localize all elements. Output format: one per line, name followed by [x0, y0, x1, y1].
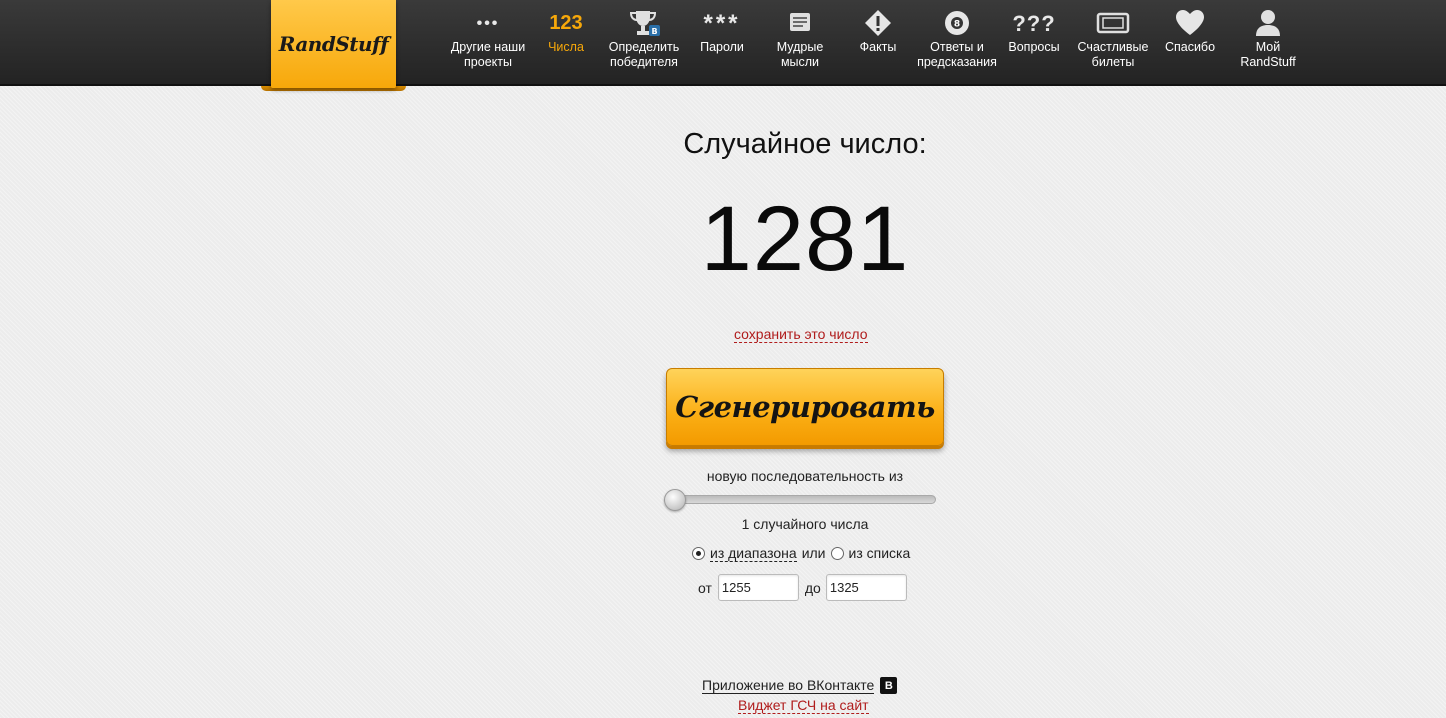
save-number-link[interactable]: сохранить это число: [734, 326, 868, 343]
page-title: Случайное число:: [683, 128, 927, 160]
sequence-label: новую последовательность из: [706, 468, 904, 484]
logo[interactable]: RandStuff: [271, 0, 396, 88]
nav-item-label: Вопросы: [1008, 40, 1060, 54]
nav-item-facts[interactable]: Факты: [853, 6, 903, 78]
from-input[interactable]: [717, 574, 799, 601]
or-label: или: [801, 545, 826, 561]
nav-item-label: Другие наши проекты: [450, 40, 526, 69]
nav-item-label: Мудрые мысли: [776, 40, 824, 69]
nav-item-label: Факты: [859, 40, 897, 54]
random-number-result: 1281: [700, 188, 910, 290]
nav-item-label: Определить победителя: [608, 40, 680, 69]
to-label: до: [804, 579, 821, 596]
svg-text:8: 8: [954, 20, 960, 30]
svg-text:В: В: [651, 27, 657, 36]
vk-app-link-text: Приложение во ВКонтакте: [702, 677, 875, 694]
question-marks-icon: ???: [1012, 10, 1056, 36]
vk-icon: В: [880, 677, 898, 694]
source-mode-selector: из диапазона или из списка: [692, 544, 910, 562]
generate-button-label: Сгенерировать: [675, 390, 935, 424]
trophy-icon: В: [627, 6, 661, 40]
nav-item-determine-winner[interactable]: В Определить победителя: [604, 6, 684, 78]
count-label: 1 случайного числа: [741, 516, 869, 532]
nav-item-questions[interactable]: ??? Вопросы: [1006, 6, 1062, 78]
password-icon: ***: [703, 9, 741, 37]
list-radio[interactable]: [830, 546, 844, 560]
range-mode-label[interactable]: из диапазона: [710, 545, 797, 562]
range-radio[interactable]: [692, 546, 705, 560]
heart-icon: [1174, 6, 1206, 40]
generate-button[interactable]: Сгенерировать: [666, 368, 944, 446]
range-inputs: от до: [698, 574, 907, 601]
scroll-icon: [785, 6, 815, 40]
top-navigation: RandStuff ••• Другие наши проекты 123 Чи…: [0, 0, 1446, 91]
widget-link[interactable]: Виджет ГСЧ на сайт: [738, 697, 869, 714]
nav-item-label: Счастливые билеты: [1077, 40, 1149, 69]
nav-item-answers[interactable]: 8 Ответы и предсказания: [914, 6, 1000, 78]
numbers-icon: 123: [549, 11, 583, 34]
logo-text: RandStuff: [278, 32, 389, 56]
radio-selected-dot: [696, 550, 701, 556]
nav-item-numbers[interactable]: 123 Числа: [543, 6, 589, 78]
nav-item-other-projects[interactable]: ••• Другие наши проекты: [446, 6, 530, 78]
nav-item-label: Числа: [548, 40, 584, 54]
nav-item-wise-thoughts[interactable]: Мудрые мысли: [770, 6, 830, 78]
nav-item-thanks[interactable]: Спасибо: [1162, 6, 1218, 78]
more-dots-icon: •••: [476, 14, 500, 32]
ticket-icon: [1095, 6, 1131, 40]
from-label: от: [698, 579, 712, 596]
list-mode-label[interactable]: из списка: [849, 545, 911, 561]
nav-item-my-randstuff[interactable]: Мой RandStuff: [1234, 6, 1302, 78]
to-input[interactable]: [825, 574, 907, 601]
eight-ball-icon: 8: [943, 6, 971, 40]
nav-item-passwords[interactable]: *** Пароли: [694, 6, 750, 78]
nav-item-label: Спасибо: [1164, 40, 1216, 54]
warning-icon: [863, 6, 893, 40]
nav-item-lucky-tickets[interactable]: Счастливые билеты: [1074, 6, 1152, 78]
nav-item-label: Пароли: [700, 40, 744, 54]
nav-item-label: Мой RandStuff: [1240, 40, 1296, 69]
user-icon: [1254, 6, 1282, 40]
count-slider-track[interactable]: [666, 495, 936, 504]
nav-item-label: Ответы и предсказания: [917, 40, 997, 69]
count-slider-thumb[interactable]: [664, 489, 686, 511]
vk-app-link[interactable]: Приложение во ВКонтакте В: [702, 677, 898, 694]
